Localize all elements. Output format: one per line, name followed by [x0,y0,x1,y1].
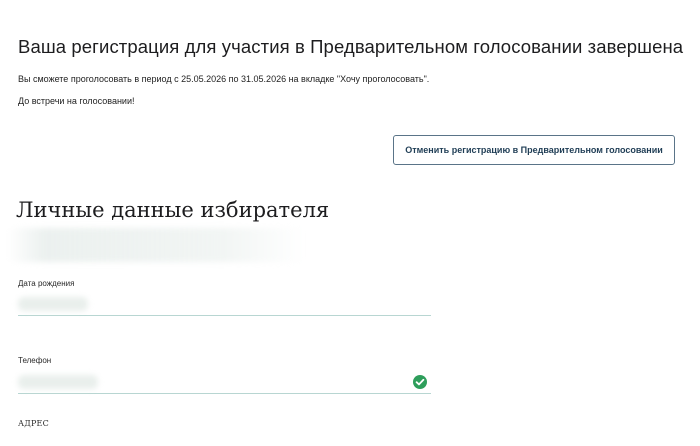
address-label: АДРЕС [18,419,49,428]
voting-period-info: Вы сможете проголосовать в период с 25.0… [18,74,430,84]
voter-data-heading: Личные данные избирателя [16,198,330,222]
page-title: Ваша регистрация для участия в Предварит… [18,36,684,57]
cancel-registration-button[interactable]: Отменить регистрацию в Предварительном г… [393,135,675,165]
phone-label: Телефон [18,356,52,365]
birth-date-value-redacted [18,297,88,311]
phone-field[interactable] [18,373,431,394]
voter-name-redacted [8,228,308,262]
phone-value-redacted [18,375,98,389]
check-circle-icon [413,375,427,389]
registration-complete-page: Ваша регистрация для участия в Предварит… [0,0,700,446]
birth-date-label: Дата рождения [18,279,75,288]
farewell-text: До встречи на голосовании! [18,96,135,106]
birth-date-field[interactable] [18,295,431,316]
